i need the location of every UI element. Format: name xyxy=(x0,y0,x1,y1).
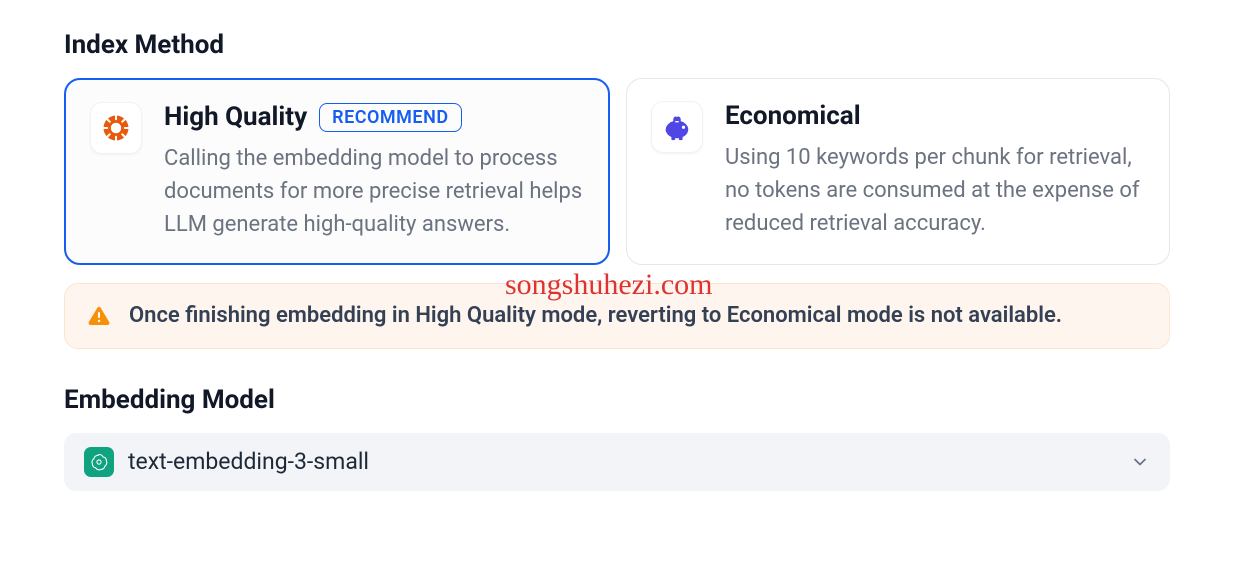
option-description: Calling the embedding model to process d… xyxy=(164,142,584,241)
warning-text: Once finishing embedding in High Quality… xyxy=(129,300,1062,332)
option-content: Economical Using 10 keywords per chunk f… xyxy=(725,101,1145,242)
option-header: Economical xyxy=(725,101,1145,131)
embedding-model-select[interactable]: text-embedding-3-small xyxy=(64,433,1170,491)
index-method-options: High Quality RECOMMEND Calling the embed… xyxy=(64,78,1170,265)
chevron-down-icon xyxy=(1130,452,1150,472)
option-header: High Quality RECOMMEND xyxy=(164,102,584,132)
recommend-badge: RECOMMEND xyxy=(319,103,461,132)
option-high-quality[interactable]: High Quality RECOMMEND Calling the embed… xyxy=(64,78,610,265)
option-name: Economical xyxy=(725,101,861,131)
high-quality-icon xyxy=(90,102,142,154)
openai-icon xyxy=(84,447,114,477)
model-name: text-embedding-3-small xyxy=(128,448,1116,475)
option-description: Using 10 keywords per chunk for retrieva… xyxy=(725,141,1145,240)
economical-icon xyxy=(651,101,703,153)
option-name: High Quality xyxy=(164,102,307,132)
warning-icon xyxy=(87,304,111,328)
embedding-model-title: Embedding Model xyxy=(64,385,1170,415)
index-method-title: Index Method xyxy=(64,30,1170,60)
warning-banner: Once finishing embedding in High Quality… xyxy=(64,283,1170,349)
option-content: High Quality RECOMMEND Calling the embed… xyxy=(164,102,584,241)
option-economical[interactable]: Economical Using 10 keywords per chunk f… xyxy=(626,78,1170,265)
